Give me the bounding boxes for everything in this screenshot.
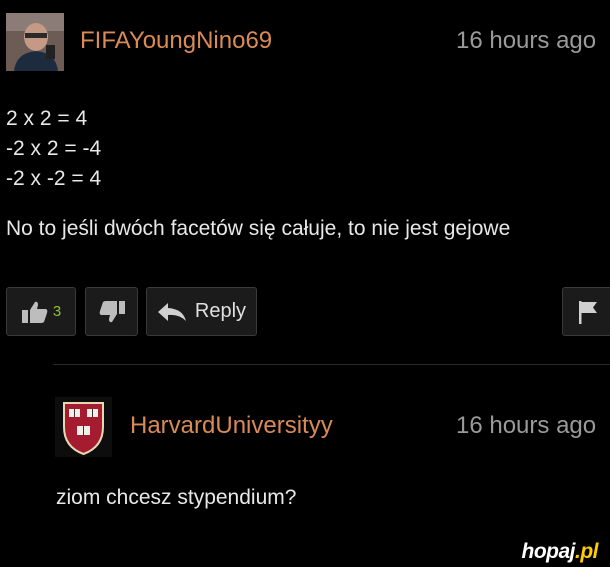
comment-line: -2 x -2 = 4 xyxy=(6,167,102,190)
watermark: hopaj.pl xyxy=(522,540,599,564)
timestamp: 16 hours ago xyxy=(456,412,597,439)
watermark-brand: hopaj xyxy=(521,540,576,563)
reply-button[interactable]: Reply xyxy=(146,287,257,336)
harvard-shield-icon[interactable] xyxy=(55,397,112,457)
reply-label: Reply xyxy=(194,300,247,322)
watermark-tld: .pl xyxy=(575,540,599,563)
thumbs-up-icon xyxy=(21,300,49,324)
timestamp: 16 hours ago xyxy=(456,27,597,54)
reply-arrow-icon xyxy=(157,302,187,322)
like-button[interactable]: 3 xyxy=(6,287,76,336)
bottom-bar xyxy=(0,539,610,567)
flag-button[interactable] xyxy=(562,287,610,336)
username[interactable]: FIFAYoungNino69 xyxy=(80,27,272,55)
likes-count: 3 xyxy=(52,303,62,320)
comment-line: No to jeśli dwóch facetów się całuje, to… xyxy=(6,217,511,240)
avatar[interactable] xyxy=(6,13,64,71)
divider xyxy=(53,364,610,365)
thumbs-down-icon xyxy=(98,300,126,324)
username[interactable]: HarvardUniversityy xyxy=(130,412,333,440)
reply-text: ziom chcesz stypendium? xyxy=(56,486,297,509)
flag-icon xyxy=(577,299,599,325)
dislike-button[interactable] xyxy=(85,287,138,336)
comment-line: -2 x 2 = -4 xyxy=(6,137,102,160)
comment-line: 2 x 2 = 4 xyxy=(6,107,88,130)
